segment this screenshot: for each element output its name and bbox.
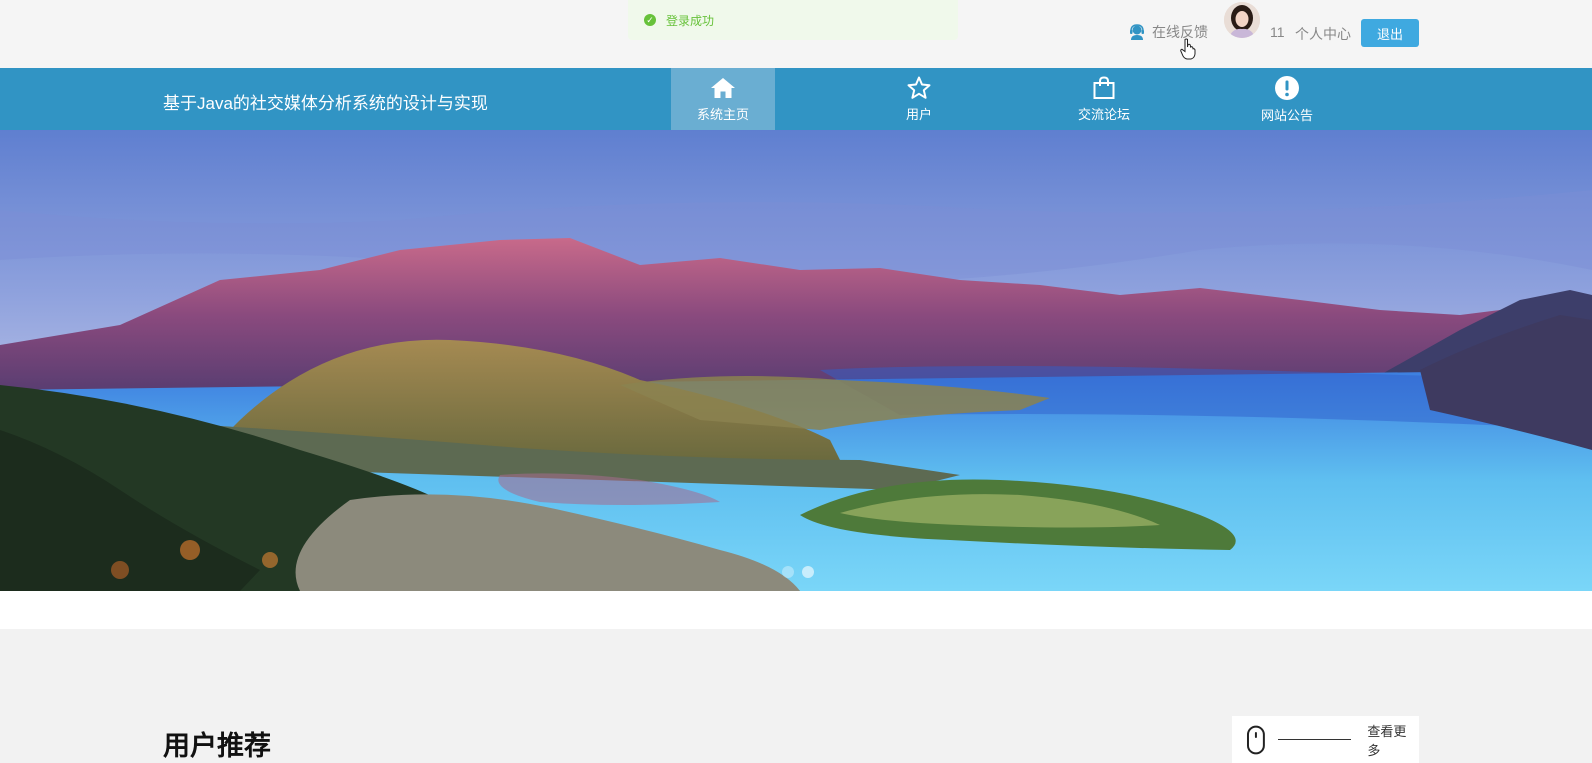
check-circle-icon: ✓ (644, 14, 656, 26)
banner-image (0, 130, 1592, 591)
carousel-dot[interactable] (802, 566, 814, 578)
home-icon (711, 77, 735, 98)
banner-carousel[interactable] (0, 130, 1592, 591)
online-feedback-link[interactable]: 在线反馈 (1128, 22, 1208, 42)
view-more-label: 查看更多 (1367, 723, 1407, 758)
avatar[interactable] (1224, 2, 1260, 38)
exclamation-icon (1275, 75, 1299, 100)
personal-center-link[interactable]: 个人中心 (1295, 24, 1351, 44)
section-divider (0, 591, 1592, 629)
nav-label-home: 系统主页 (696, 106, 749, 122)
support-agent-icon (1130, 24, 1144, 40)
carousel-dots (782, 566, 814, 578)
avatar-image (1224, 2, 1260, 38)
toast-message: 登录成功 (666, 13, 715, 28)
view-more-button[interactable]: 查看更多 (1232, 716, 1419, 763)
site-title: 基于Java的社交媒体分析系统的设计与实现 (163, 94, 488, 113)
nav-label-announcements: 网站公告 (1260, 107, 1313, 123)
username: 11 (1270, 24, 1285, 40)
shopping-bag-icon (1093, 75, 1115, 99)
hand-cursor-icon (1180, 38, 1196, 60)
divider-line (1277, 739, 1352, 740)
nav-item-forum[interactable]: 交流论坛 (1052, 68, 1156, 130)
star-icon (907, 76, 931, 99)
logout-button[interactable]: 退出 (1361, 19, 1419, 47)
success-toast: ✓ 登录成功 (628, 0, 958, 40)
nav-item-announcements[interactable]: 网站公告 (1235, 68, 1339, 130)
carousel-dot[interactable] (782, 566, 794, 578)
top-bar: ✓ 登录成功 在线反馈 11 个人中心 退出 (0, 0, 1592, 68)
nav-label-users: 用户 (905, 106, 932, 122)
nav-label-forum: 交流论坛 (1077, 106, 1130, 122)
nav-item-home[interactable]: 系统主页 (671, 68, 775, 130)
main-navbar: 基于Java的社交媒体分析系统的设计与实现 系统主页 用户 交流论坛 网站公告 (0, 68, 1592, 130)
section-title: 用户推荐 (163, 731, 271, 761)
nav-item-users[interactable]: 用户 (867, 68, 971, 130)
mouse-icon (1246, 725, 1265, 754)
